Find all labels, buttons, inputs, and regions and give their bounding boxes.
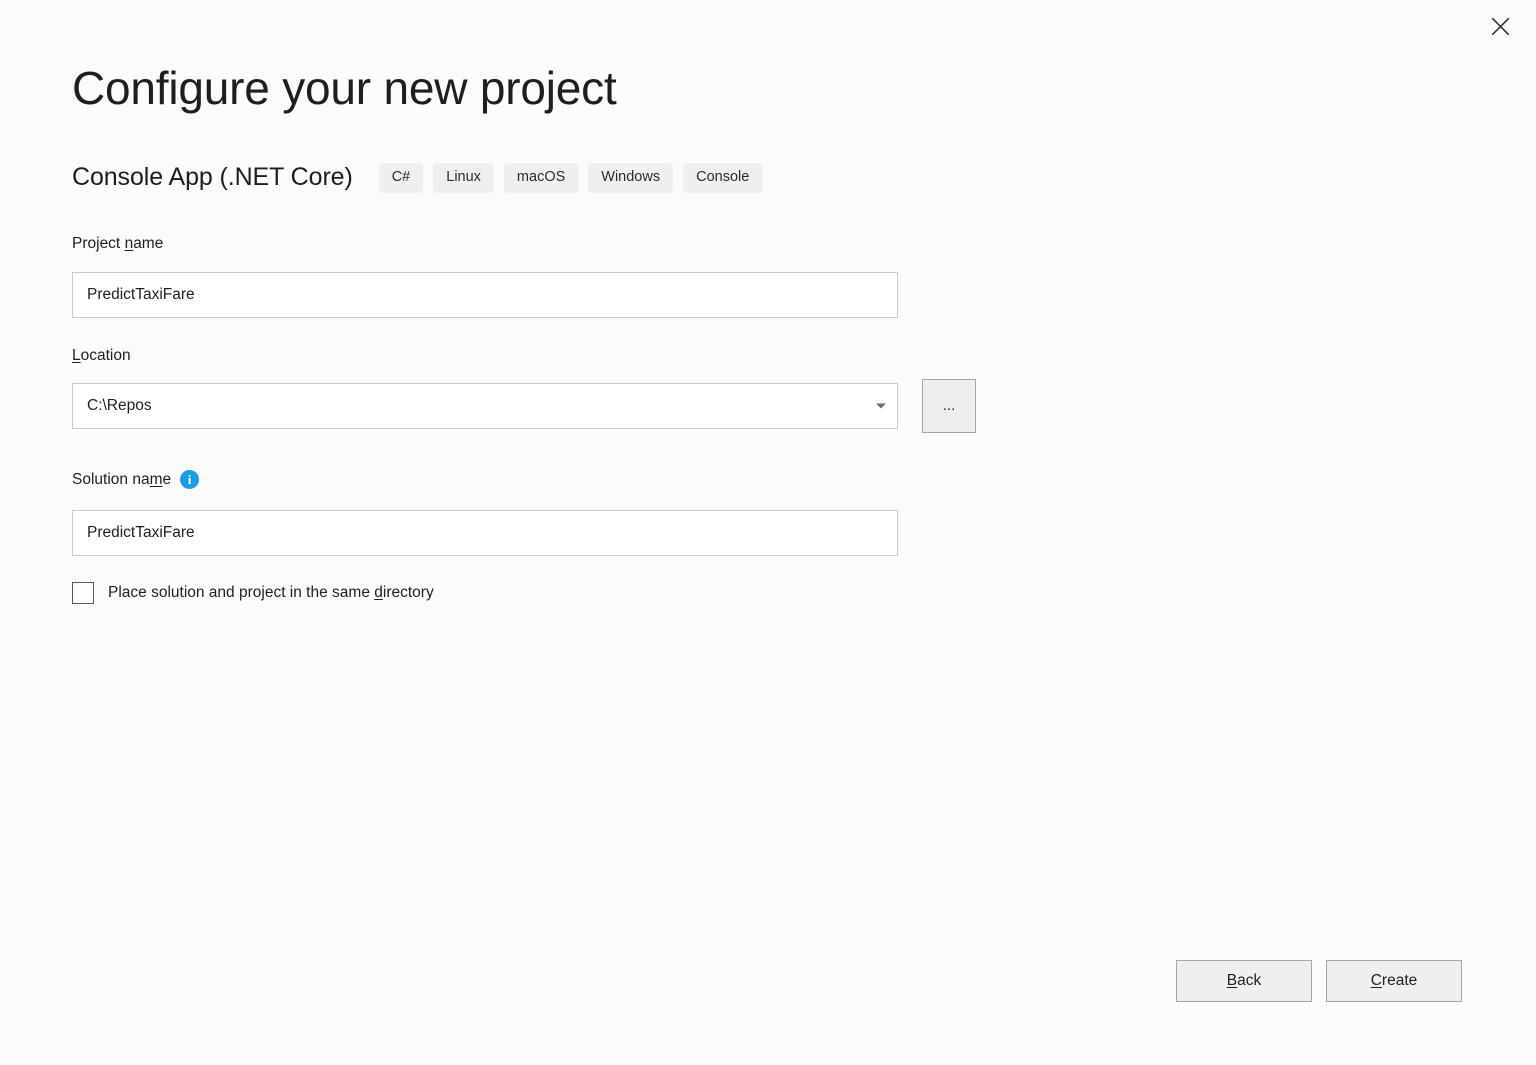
browse-location-button[interactable]: ... — [922, 379, 976, 433]
checkbox-label-accel: d — [374, 584, 383, 601]
create-button[interactable]: Create — [1326, 960, 1462, 1002]
location-input[interactable] — [72, 383, 898, 429]
create-button-rest: reate — [1381, 972, 1418, 989]
solution-name-label-accel: m — [149, 470, 163, 488]
solution-name-input[interactable] — [72, 510, 898, 556]
checkbox-box[interactable] — [72, 582, 94, 604]
template-tag-windows: Windows — [588, 163, 674, 193]
page-title: Configure your new project — [72, 62, 617, 114]
create-button-label: Create — [1371, 972, 1418, 990]
back-button-label: Back — [1227, 972, 1261, 990]
create-button-accel: C — [1370, 972, 1382, 989]
location-combobox[interactable] — [72, 383, 898, 429]
dialog-body: Configure your new project Console App (… — [72, 0, 1536, 1065]
template-tag-language: C# — [378, 163, 424, 193]
template-tag-macos: macOS — [503, 163, 579, 193]
project-name-label: Project name — [72, 236, 163, 252]
back-button-accel: B — [1226, 972, 1238, 989]
project-name-label-text-before: Project — [72, 235, 125, 252]
place-solution-same-directory-checkbox[interactable]: Place solution and project in the same d… — [72, 582, 434, 604]
project-name-label-text-after: ame — [133, 235, 164, 252]
template-tag-linux: Linux — [433, 163, 494, 193]
location-label-text-after: ocation — [80, 347, 131, 364]
template-name: Console App (.NET Core) — [72, 163, 353, 192]
checkbox-label-text-before: Place solution and project in the same — [108, 584, 375, 601]
solution-name-label-row: Solution name i — [72, 470, 200, 489]
chevron-down-icon[interactable] — [876, 403, 886, 409]
checkbox-label-text-after: irectory — [382, 584, 434, 601]
template-tag-list: C# Linux macOS Windows Console — [378, 163, 763, 193]
dialog-footer: Back Create — [1176, 960, 1462, 1002]
checkbox-label: Place solution and project in the same d… — [108, 584, 434, 602]
location-label: Location — [72, 348, 131, 364]
back-button-rest: ack — [1237, 972, 1262, 989]
solution-name-label-text-after: e — [162, 470, 172, 488]
info-icon[interactable]: i — [180, 470, 200, 489]
solution-name-label-text-before: Solution na — [72, 470, 150, 488]
location-label-accel: L — [72, 347, 81, 364]
template-summary: Console App (.NET Core) C# Linux macOS W… — [72, 163, 763, 193]
project-name-input[interactable] — [72, 272, 898, 318]
project-name-label-accel: n — [124, 235, 134, 252]
info-icon-glyph: i — [187, 472, 192, 487]
template-tag-console: Console — [683, 163, 763, 193]
back-button[interactable]: Back — [1176, 960, 1312, 1002]
solution-name-label: Solution name — [72, 472, 171, 488]
